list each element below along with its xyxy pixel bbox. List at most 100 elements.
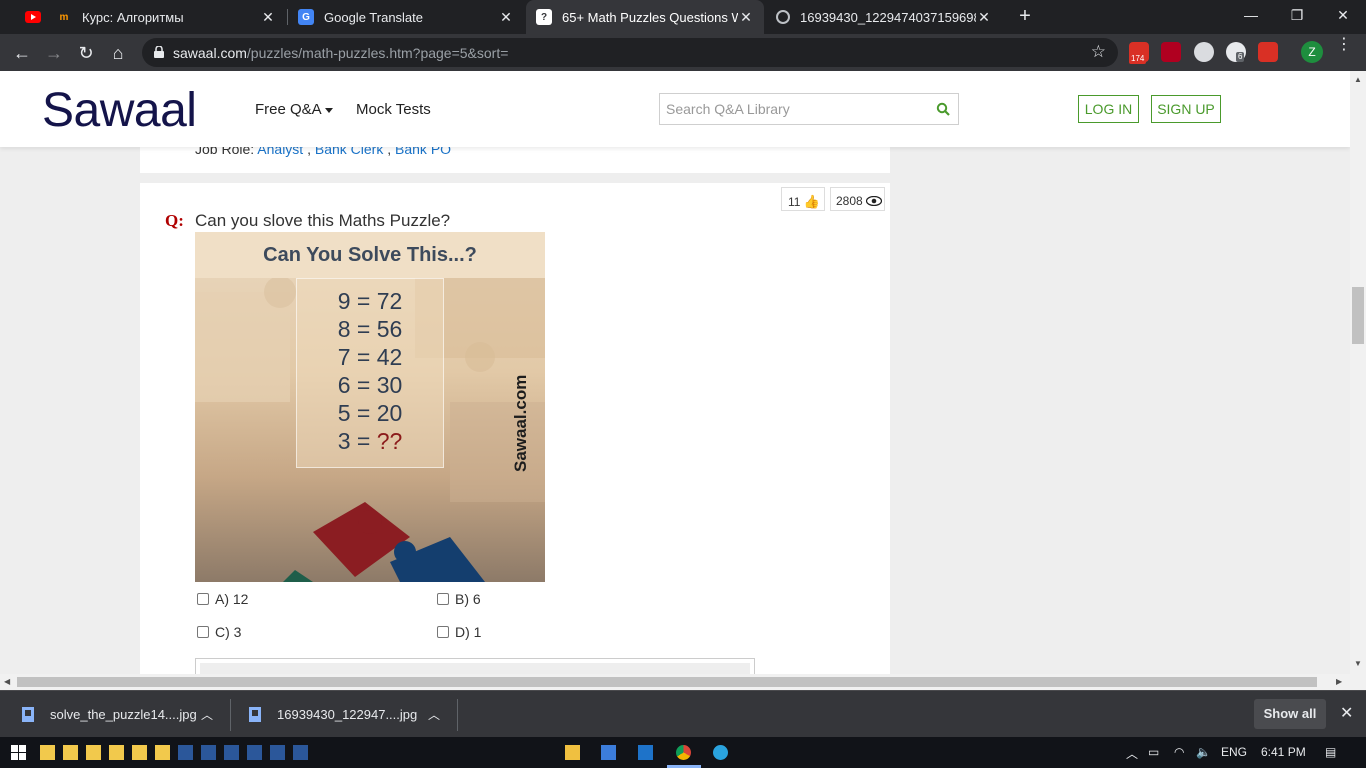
video-extension-icon[interactable] (1258, 42, 1278, 62)
mail-extension-icon[interactable]: 174 (1129, 42, 1149, 64)
volume-icon[interactable]: 🔈 (1196, 745, 1211, 759)
equation-rhs: 72 (376, 288, 403, 314)
word-document-icon[interactable] (247, 745, 262, 760)
reload-icon[interactable]: ↻ (74, 41, 98, 65)
horizontal-scrollbar-thumb[interactable] (17, 677, 1317, 687)
tab-image[interactable]: 16939430_1229474037159698_4 ✕ (766, 0, 1002, 34)
chrome-icon[interactable] (676, 745, 691, 760)
bookmark-star-icon[interactable]: ☆ (1091, 42, 1106, 62)
word-document-icon[interactable] (178, 745, 193, 760)
answer-panel (195, 658, 755, 674)
word-document-icon[interactable] (224, 745, 239, 760)
sticky-note-icon[interactable] (40, 745, 55, 760)
chevron-up-icon[interactable]: ︿ (428, 706, 440, 723)
search-input[interactable] (660, 94, 930, 124)
close-download-bar-icon[interactable]: ✕ (1340, 703, 1353, 723)
word-document-icon[interactable] (201, 745, 216, 760)
divider (457, 699, 458, 731)
forward-arrow-icon[interactable]: → (42, 41, 66, 65)
home-icon[interactable]: ⌂ (106, 41, 130, 65)
option-label: B) 6 (455, 591, 481, 607)
action-center-icon[interactable]: ▤ (1325, 745, 1336, 759)
wifi-icon[interactable]: ◠ (1174, 745, 1184, 759)
sticky-note-icon[interactable] (109, 745, 124, 760)
vertical-scrollbar[interactable]: ▲ ▼ (1350, 71, 1366, 674)
search-icon[interactable] (936, 102, 950, 116)
clock[interactable]: 6:41 PM (1261, 745, 1306, 759)
equation-line: 3 = ?? (296, 428, 444, 455)
tab-title: Курс: Алгоритмы (82, 9, 184, 25)
puzzle-image: Can You Solve This...? 9 = 72 8 = 56 7 =… (195, 232, 545, 582)
vertical-scrollbar-thumb[interactable] (1352, 287, 1364, 344)
site-logo[interactable]: Sawaal (42, 83, 197, 138)
option-b[interactable]: B) 6 (437, 591, 481, 607)
browser-menu-icon[interactable]: ⋮ (1336, 37, 1352, 63)
option-d[interactable]: D) 1 (437, 624, 481, 640)
tab-algorithms-course[interactable]: m Курс: Алгоритмы ✕ (10, 0, 286, 34)
lock-icon (154, 46, 164, 58)
thumbs-up-icon: 👍 (803, 194, 820, 209)
windows-start-icon[interactable] (11, 745, 26, 760)
equation-rhs: 56 (376, 316, 403, 342)
download-item[interactable]: solve_the_puzzle14....jpg (22, 691, 197, 738)
option-checkbox[interactable] (197, 626, 209, 638)
free-qa-label: Free Q&A (255, 101, 322, 118)
option-checkbox[interactable] (437, 626, 449, 638)
telegram-icon[interactable] (713, 745, 728, 760)
download-bar: solve_the_puzzle14....jpg ︿ 16939430_122… (0, 690, 1366, 737)
chevron-up-icon[interactable]: ︿ (201, 706, 213, 723)
word-document-icon[interactable] (270, 745, 285, 760)
mail-icon[interactable] (638, 745, 653, 760)
close-window-icon[interactable]: ✕ (1320, 0, 1366, 30)
close-tab-icon[interactable]: ✕ (976, 9, 992, 26)
minimize-icon[interactable]: — (1228, 0, 1274, 30)
close-tab-icon[interactable]: ✕ (260, 9, 276, 26)
sticky-note-icon[interactable] (63, 745, 78, 760)
restore-icon[interactable]: ❐ (1274, 0, 1320, 30)
likes-counter[interactable]: 11 👍 (781, 187, 825, 211)
answer-panel-inner (200, 663, 750, 674)
address-bar[interactable]: sawaal.com/puzzles/math-puzzles.htm?page… (142, 38, 1118, 67)
tab-google-translate[interactable]: G Google Translate ✕ (288, 0, 524, 34)
scroll-up-arrow-icon[interactable]: ▲ (1354, 75, 1362, 84)
option-c[interactable]: C) 3 (197, 624, 241, 640)
scroll-right-arrow-icon[interactable]: ▶ (1336, 677, 1342, 686)
close-tab-icon[interactable]: ✕ (498, 9, 514, 26)
close-tab-icon[interactable]: ✕ (738, 9, 754, 26)
speedometer-extension-icon[interactable] (1194, 42, 1214, 62)
signup-button[interactable]: SIGN UP (1151, 95, 1221, 123)
flash-extension-icon[interactable] (1161, 42, 1181, 62)
download-item[interactable]: 16939430_122947....jpg (249, 691, 417, 738)
equation-lhs: 8 = (337, 316, 377, 342)
tab-title: Google Translate (324, 9, 424, 25)
equation-line: 8 = 56 (296, 316, 444, 343)
mock-tests-link[interactable]: Mock Tests (356, 101, 431, 118)
free-qa-menu[interactable]: Free Q&A (255, 101, 333, 118)
option-a[interactable]: A) 12 (197, 591, 248, 607)
profile-avatar[interactable]: Z (1301, 41, 1323, 63)
search-box (659, 93, 959, 125)
equation-line: 6 = 30 (296, 372, 444, 399)
option-label: D) 1 (455, 624, 482, 640)
back-arrow-icon[interactable]: ← (10, 41, 34, 65)
input-language[interactable]: ENG (1221, 745, 1247, 759)
new-tab-button[interactable]: + (1014, 5, 1036, 27)
tab-title: 16939430_1229474037159698_4 (800, 9, 976, 25)
scroll-left-arrow-icon[interactable]: ◀ (4, 677, 10, 686)
word-document-icon[interactable] (293, 745, 308, 760)
tab-math-puzzles[interactable]: ? 65+ Math Puzzles Questions Wit ✕ (526, 0, 764, 34)
store-icon[interactable] (601, 745, 616, 760)
sticky-note-icon[interactable] (86, 745, 101, 760)
login-button[interactable]: LOG IN (1078, 95, 1139, 123)
dash-extension-icon[interactable]: 6 (1226, 42, 1246, 62)
battery-icon[interactable]: ▭ (1148, 745, 1159, 759)
option-checkbox[interactable] (197, 593, 209, 605)
sticky-note-icon[interactable] (132, 745, 147, 760)
file-explorer-icon[interactable] (565, 745, 580, 760)
show-all-downloads-button[interactable]: Show all (1254, 699, 1326, 729)
sticky-note-icon[interactable] (155, 745, 170, 760)
option-checkbox[interactable] (437, 593, 449, 605)
scroll-down-arrow-icon[interactable]: ▼ (1354, 659, 1362, 668)
views-count: 2808 (836, 194, 863, 208)
chevron-up-tray-icon[interactable]: ︿ (1126, 745, 1138, 762)
